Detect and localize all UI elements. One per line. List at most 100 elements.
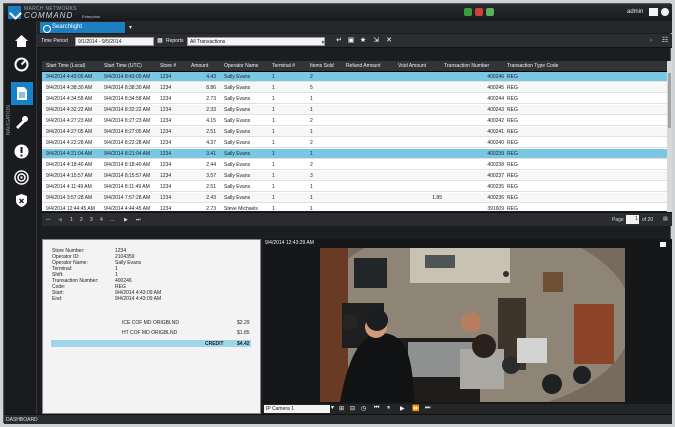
- table-row[interactable]: 9/4/2014 4:43:09 AM 9/4/2014 8:43:09 AM 12…: [42, 72, 667, 82]
- cell-transaction-type: REG: [507, 74, 518, 80]
- cell-amount: 4.37: [206, 140, 216, 146]
- network-status-icon[interactable]: [464, 8, 472, 16]
- target-icon[interactable]: [14, 170, 29, 185]
- calendar-icon[interactable]: ▦: [155, 36, 165, 46]
- filter-icon[interactable]: ⟡: [646, 36, 656, 46]
- cell-items-sold: 1: [310, 96, 313, 102]
- clear-icon[interactable]: ✕: [384, 36, 394, 46]
- cell-items-sold: 2: [310, 118, 313, 124]
- receipt-field-value: 9/4/2014 4:43:09 AM: [115, 296, 162, 302]
- cell-transaction-number: 400245: [487, 85, 504, 91]
- header-refund-amount[interactable]: Refund Amount: [346, 63, 380, 69]
- header-amount[interactable]: Amount: [191, 63, 208, 69]
- home-icon[interactable]: [14, 33, 29, 48]
- page-link-4[interactable]: 4: [100, 217, 103, 223]
- camera-select[interactable]: IP Camera 1: [264, 405, 330, 413]
- cell-items-sold: 2: [310, 74, 313, 80]
- add-camera-icon[interactable]: ⊞: [339, 405, 344, 412]
- table-row[interactable]: 9/4/2014 4:22:28 AM 9/4/2014 8:22:28 AM 12…: [42, 138, 667, 148]
- cell-amount: 2.33: [206, 107, 216, 113]
- page-link-more[interactable]: ...: [110, 217, 114, 223]
- cell-store: 1234: [160, 85, 172, 91]
- time-period-field[interactable]: 9/1/2014 - 9/5/2014: [75, 37, 154, 46]
- page-link-3[interactable]: 3: [90, 217, 93, 223]
- tab-searchlight[interactable]: Searchlight: [40, 22, 125, 33]
- fast-forward-icon[interactable]: ⏩: [412, 405, 419, 412]
- table-row[interactable]: 9/4/2014 4:15:57 AM 9/4/2014 8:15:57 AM 12…: [42, 171, 667, 181]
- receipt-item-name: HT COF MD ORIGBLND: [122, 330, 178, 336]
- cell-operator: Sally Evans: [224, 96, 251, 102]
- cell-operator: Sally Evans: [224, 74, 251, 80]
- camera-feed[interactable]: [320, 248, 625, 402]
- table-row[interactable]: 9/4/2014 4:32:22 AM 9/4/2014 8:32:22 AM 12…: [42, 105, 667, 115]
- table-scrollbar[interactable]: [667, 61, 672, 212]
- first-page-icon[interactable]: ⏮: [46, 217, 51, 223]
- user-menu[interactable]: admin: [627, 9, 643, 15]
- table-row[interactable]: 9/4/2014 4:38:30 AM 9/4/2014 8:38:30 AM 12…: [42, 83, 667, 93]
- tab-menu-icon[interactable]: ▾: [129, 24, 132, 31]
- columns-icon[interactable]: ☷: [660, 36, 670, 46]
- header-transaction-type[interactable]: Transaction Type Code: [507, 63, 558, 69]
- save-icon[interactable]: ▣: [346, 36, 356, 46]
- last-page-icon[interactable]: ⏭: [136, 217, 141, 223]
- pause-icon[interactable]: ⏸: [387, 405, 390, 412]
- table-row[interactable]: 9/4/2014 4:18:40 AM 9/4/2014 8:18:40 AM 12…: [42, 160, 667, 170]
- dashboard-label[interactable]: DASHBOARD: [6, 417, 38, 423]
- skip-forward-icon[interactable]: ⏭: [425, 405, 430, 412]
- table-row[interactable]: 9/4/2014 12:44:45 AM 9/4/2014 4:44:45 AM 1…: [42, 204, 667, 211]
- play-icon[interactable]: ▶: [400, 405, 405, 412]
- help-icon[interactable]: [661, 8, 669, 16]
- header-void-amount[interactable]: Void Amount: [398, 63, 426, 69]
- page-link-1[interactable]: 1: [70, 217, 73, 223]
- export-page-icon[interactable]: ▤: [663, 216, 668, 222]
- page-number-input[interactable]: 1: [626, 215, 639, 224]
- maximize-video-icon[interactable]: [660, 242, 666, 247]
- reports-select[interactable]: All Transactions: [187, 37, 325, 46]
- scrollbar-thumb[interactable]: [668, 73, 671, 128]
- header-start-utc[interactable]: Start Time (UTC): [104, 63, 142, 69]
- favorite-icon[interactable]: ★: [358, 36, 368, 46]
- header-start-local[interactable]: Start Time (Local): [46, 63, 85, 69]
- cell-amount: 2.44: [206, 162, 216, 168]
- cell-start-utc: 9/4/2014 8:21:04 AM: [104, 151, 151, 157]
- window-icon[interactable]: [649, 8, 658, 16]
- table-row[interactable]: 9/4/2014 4:34:58 AM 9/4/2014 8:34:58 AM 12…: [42, 94, 667, 104]
- header-terminal[interactable]: Terminal #: [272, 63, 295, 69]
- top-bar: MARCH NETWORKS COMMAND Enterprise admin: [4, 4, 672, 21]
- chevron-down-icon[interactable]: ▼: [330, 405, 335, 411]
- shield-icon[interactable]: [14, 193, 29, 208]
- table-row[interactable]: 9/4/2014 3:57:28 AM 9/4/2014 7:57:28 AM 12…: [42, 193, 667, 203]
- table-row[interactable]: 9/4/2014 4:21:04 AM 9/4/2014 8:21:04 AM 12…: [42, 149, 667, 159]
- cell-operator: Sally Evans: [224, 173, 251, 179]
- tools-icon[interactable]: [14, 115, 29, 130]
- document-icon[interactable]: [14, 86, 29, 101]
- export-icon[interactable]: ⇲: [371, 36, 381, 46]
- users-icon[interactable]: [486, 8, 494, 16]
- cell-terminal: 1: [272, 96, 275, 102]
- page-link-2[interactable]: 2: [80, 217, 83, 223]
- cell-items-sold: 1: [310, 195, 313, 201]
- header-operator[interactable]: Operator Name: [224, 63, 258, 69]
- previous-page-icon[interactable]: ◀: [58, 217, 62, 223]
- table-row[interactable]: 9/4/2014 4:27:23 AM 9/4/2014 8:27:23 AM 12…: [42, 116, 667, 126]
- clock-icon[interactable]: ◷: [361, 405, 366, 412]
- alert-icon[interactable]: [14, 144, 29, 159]
- run-report-icon[interactable]: ↵: [334, 36, 344, 46]
- camera-options-icon[interactable]: ⊟: [350, 405, 355, 412]
- table-header: Start Time (Local) Start Time (UTC) Stor…: [42, 61, 669, 72]
- header-items-sold[interactable]: Items Sold: [310, 63, 334, 69]
- chevron-down-icon[interactable]: ▼: [318, 38, 328, 48]
- header-store[interactable]: Store #: [160, 63, 176, 69]
- skip-back-icon[interactable]: ⏮: [374, 405, 379, 412]
- header-transaction-number[interactable]: Transaction Number: [444, 63, 489, 69]
- next-page-icon[interactable]: ▶: [124, 217, 128, 223]
- cell-transaction-number: 400242: [487, 118, 504, 124]
- table-row[interactable]: 9/4/2014 4:27:05 AM 9/4/2014 8:27:05 AM 12…: [42, 127, 667, 137]
- cell-transaction-number: 400241: [487, 129, 504, 135]
- table-row[interactable]: 9/4/2014 4:11:49 AM 9/4/2014 8:11:49 AM 12…: [42, 182, 667, 192]
- cell-start-local: 9/4/2014 4:22:28 AM: [46, 140, 93, 146]
- gauge-icon[interactable]: [14, 57, 29, 72]
- video-controls: IP Camera 1 ▼ ⊞ ⊟ ◷ ⏮ ⏸ ▶ ⏩ ⏭: [263, 404, 672, 414]
- alarm-icon[interactable]: [475, 8, 483, 16]
- system-status-icons[interactable]: [464, 8, 502, 17]
